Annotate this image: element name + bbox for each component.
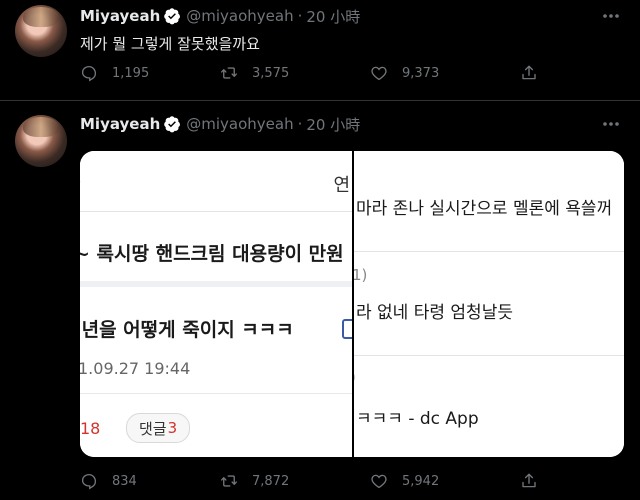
comment-count: 3: [167, 419, 178, 437]
retweet-button[interactable]: 7,872: [220, 472, 289, 490]
header-fragment: ): [80, 169, 82, 193]
retweet-icon: [220, 475, 238, 487]
comment-button: 댓글 3: [126, 413, 191, 443]
post-date: 1.09.27 19:44: [80, 359, 191, 378]
comment-item: ) ㅋㅋㅋ - dc App: [354, 356, 624, 457]
comment-item: 1) 라 없네 타령 엄청날듯: [354, 252, 624, 356]
tweet-header: Miyayeah @miyaohyeah · 20 小時: [80, 113, 360, 135]
more-icon[interactable]: [600, 6, 622, 26]
comment-meta: 1): [354, 266, 368, 284]
avatar[interactable]: [15, 5, 67, 57]
like-count: 9,373: [402, 65, 440, 81]
phone-icon: [342, 319, 352, 339]
comment-text: 마라 존나 실시간으로 멜론에 욕쓸꺼: [356, 199, 613, 219]
retweet-button[interactable]: 3,575: [220, 64, 289, 82]
retweet-count: 3,575: [252, 65, 290, 81]
divider: [80, 393, 352, 394]
more-icon[interactable]: [600, 114, 622, 134]
media-image-left[interactable]: ) 연 ~ 록시땅 핸드크림 대용량이 만원 ;년을 어떻게 죽이지 ㅋㅋㅋ 1…: [80, 151, 352, 457]
avatar[interactable]: [15, 115, 67, 167]
comment-meta: ): [354, 368, 356, 386]
comment-label: 댓글: [139, 419, 167, 438]
tweet-media[interactable]: ) 연 ~ 록시땅 핸드크림 대용량이 만원 ;년을 어떻게 죽이지 ㅋㅋㅋ 1…: [80, 151, 624, 457]
share-button[interactable]: [520, 472, 552, 490]
share-icon: [522, 473, 536, 488]
share-icon: [522, 65, 536, 80]
reply-count: 1,195: [112, 65, 150, 81]
share-button[interactable]: [520, 64, 552, 82]
handle[interactable]: @miyaohyeah: [186, 115, 293, 133]
timestamp[interactable]: 20 小時: [306, 114, 360, 135]
tweet-actions: 1,195 3,575 9,373: [80, 64, 560, 86]
reply-count: 834: [112, 473, 137, 489]
post-item: ;년을 어떻게 죽이지 ㅋㅋㅋ 1.09.27 19:44 18 댓글 3: [80, 297, 352, 457]
like-button[interactable]: 9,373: [370, 64, 439, 82]
comment-item: 마라 존나 실시간으로 멜론에 욕쓸꺼: [354, 151, 624, 252]
reply-button[interactable]: 834: [80, 472, 137, 490]
like-icon: [371, 474, 387, 489]
list-item-title: ~ 록시땅 핸드크림 대용량이 만원: [80, 243, 344, 265]
separator-dot: ·: [297, 7, 303, 25]
tweet[interactable]: Miyayeah @miyaohyeah · 20 小時 ) 연 ~ 록시땅 핸…: [0, 101, 640, 500]
retweet-count: 7,872: [252, 473, 290, 489]
verified-icon: [164, 116, 181, 133]
post-count: 18: [80, 419, 101, 438]
display-name[interactable]: Miyayeah: [80, 7, 160, 25]
comment-text: ㅋㅋㅋ - dc App: [356, 409, 479, 429]
retweet-icon: [220, 67, 238, 79]
tweet[interactable]: Miyayeah @miyaohyeah · 20 小時 제가 뭘 그렇게 잘못…: [0, 0, 640, 101]
reply-button[interactable]: 1,195: [80, 64, 149, 82]
tweet-header: Miyayeah @miyaohyeah · 20 小時: [80, 5, 360, 27]
comment-text: 라 없네 타령 엄청날듯: [356, 303, 513, 323]
display-name[interactable]: Miyayeah: [80, 115, 160, 133]
list-item: ~ 록시땅 핸드크림 대용량이 만원: [80, 219, 352, 287]
verified-icon: [164, 8, 181, 25]
like-button[interactable]: 5,942: [370, 472, 439, 490]
timestamp[interactable]: 20 小時: [306, 6, 360, 27]
tweet-text: 제가 뭘 그렇게 잘못했을까요: [80, 35, 260, 53]
handle[interactable]: @miyaohyeah: [186, 7, 293, 25]
reply-icon: [81, 473, 97, 490]
header-fragment-right: 연: [333, 175, 350, 196]
tweet-actions: 834 7,872 5,942: [80, 472, 560, 494]
post-title: ;년을 어떻게 죽이지 ㅋㅋㅋ: [80, 319, 294, 341]
like-count: 5,942: [402, 473, 440, 489]
media-image-right[interactable]: 마라 존나 실시간으로 멜론에 욕쓸꺼 1) 라 없네 타령 엄청날듯 ) ㅋㅋ…: [354, 151, 624, 457]
like-icon: [371, 66, 387, 81]
reply-icon: [81, 65, 97, 82]
post-header: ) 연: [80, 151, 352, 212]
separator-dot: ·: [297, 115, 303, 133]
